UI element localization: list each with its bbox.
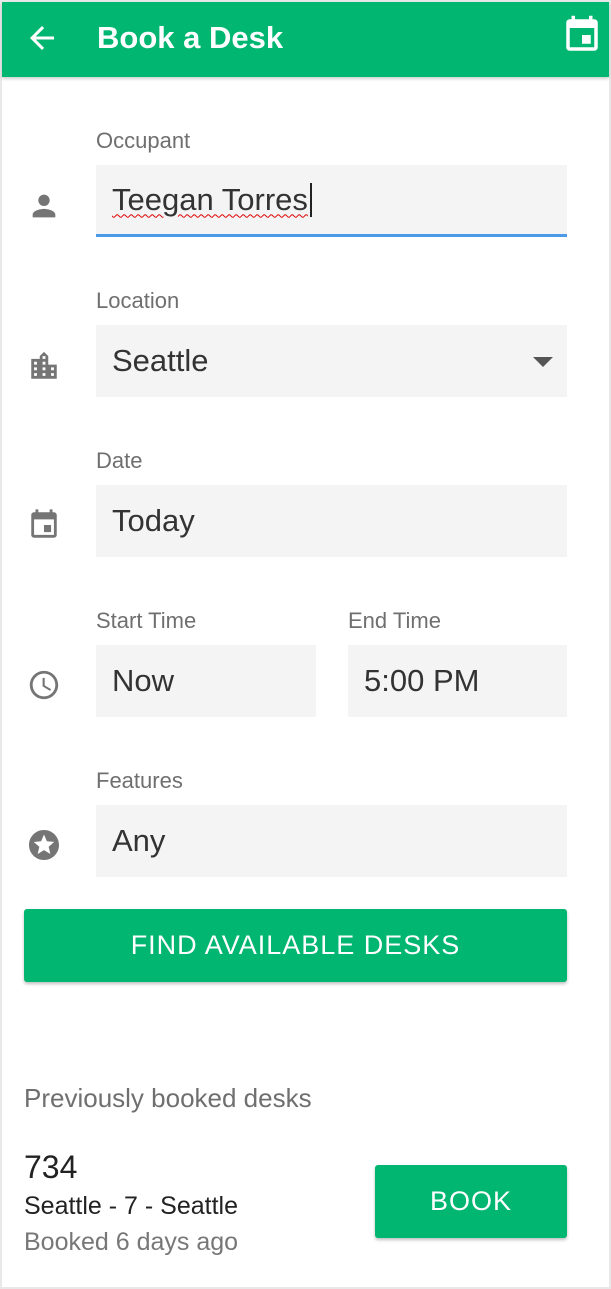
book-button[interactable]: BOOK [375, 1165, 567, 1238]
end-time-value: 5:00 PM [364, 663, 480, 698]
arrow-left-icon [30, 26, 54, 50]
building-icon [31, 351, 57, 379]
end-time-field[interactable]: 5:00 PM [348, 645, 567, 717]
dropdown-arrow-icon [533, 357, 553, 367]
location-label: Location [96, 288, 180, 313]
app-bar: Book a Desk [2, 2, 609, 77]
location-select[interactable]: Seattle [96, 325, 567, 397]
calendar-icon [31, 509, 57, 538]
occupant-row-icon [24, 186, 64, 226]
text-caret [309, 182, 312, 217]
end-time-label: End Time [348, 608, 441, 633]
occupant-label: Occupant [96, 128, 191, 153]
app-frame: Book a Desk Occupant Teegan Torres Locat… [0, 0, 611, 1289]
start-time-field[interactable]: Now [96, 645, 316, 717]
features-value: Any [112, 823, 166, 858]
date-label: Date [96, 448, 143, 473]
desk-booked-time: Booked 6 days ago [24, 1228, 239, 1256]
date-field[interactable]: Today [96, 485, 567, 557]
desk-location: Seattle - 7 - Seattle [24, 1192, 239, 1220]
location-row-icon [24, 346, 64, 386]
features-row-icon [24, 825, 64, 865]
star-icon [29, 830, 59, 860]
date-row-icon [24, 505, 64, 545]
features-field[interactable]: Any [96, 805, 567, 877]
location-value: Seattle [112, 343, 209, 378]
page-title: Book a Desk [97, 20, 284, 55]
clock-icon [29, 670, 59, 700]
previously-booked-heading: Previously booked desks [24, 1083, 312, 1113]
calendar-button[interactable] [561, 14, 603, 56]
person-icon [32, 194, 56, 218]
back-button[interactable] [22, 18, 62, 58]
start-time-value: Now [112, 663, 175, 698]
start-time-label: Start Time [96, 608, 197, 633]
features-label: Features [96, 768, 183, 793]
date-value: Today [112, 503, 195, 538]
occupant-value: Teegan Torres [112, 181, 308, 217]
find-available-desks-button[interactable]: FIND AVAILABLE DESKS [24, 909, 567, 982]
occupant-input[interactable]: Teegan Torres [96, 165, 567, 237]
time-row-icon [24, 665, 64, 705]
desk-number: 734 [24, 1149, 78, 1185]
calendar-icon [566, 15, 598, 51]
